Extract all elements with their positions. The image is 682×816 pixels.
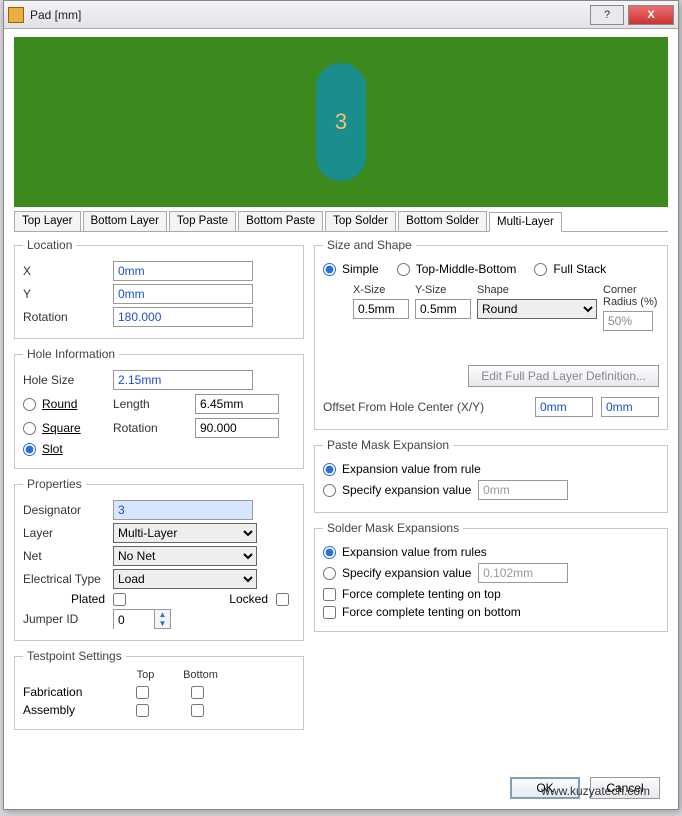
location-legend: Location (23, 238, 76, 252)
paste-mask-group: Paste Mask Expansion Expansion value fro… (314, 438, 668, 513)
hole-length-label: Length (113, 397, 185, 411)
pad-shape: 3 (316, 63, 366, 181)
x-input[interactable] (113, 261, 253, 281)
y-label: Y (23, 287, 113, 301)
hole-legend: Hole Information (23, 347, 119, 361)
properties-legend: Properties (23, 477, 86, 491)
solder-mask-group: Solder Mask Expansions Expansion value f… (314, 521, 668, 632)
designator-input[interactable] (113, 500, 253, 520)
solder-value-input (478, 563, 568, 583)
offset-y-input[interactable] (601, 397, 659, 417)
ss-full-radio[interactable] (534, 263, 547, 276)
cancel-button[interactable]: Cancel (590, 777, 660, 799)
tab-bottom-solder[interactable]: Bottom Solder (398, 211, 487, 231)
testpoint-group: Testpoint Settings TopBottom Fabrication… (14, 649, 304, 730)
tab-top-layer[interactable]: Top Layer (14, 211, 81, 231)
tp-asm-top[interactable] (136, 704, 149, 717)
tab-top-solder[interactable]: Top Solder (325, 211, 396, 231)
properties-group: Properties Designator LayerMulti-Layer N… (14, 477, 304, 641)
layer-select[interactable]: Multi-Layer (113, 523, 257, 543)
net-select[interactable]: No Net (113, 546, 257, 566)
hole-round-radio[interactable] (23, 398, 36, 411)
paste-specify-radio[interactable] (323, 484, 336, 497)
xsize-input[interactable] (353, 299, 409, 319)
help-button[interactable]: ? (590, 5, 624, 25)
hole-length-input[interactable] (195, 394, 279, 414)
jumper-spinner[interactable]: ▲▼ (113, 609, 171, 629)
ss-simple-radio[interactable] (323, 263, 336, 276)
locked-checkbox[interactable] (276, 593, 289, 606)
offset-x-input[interactable] (535, 397, 593, 417)
paste-value-input (478, 480, 568, 500)
tab-multi-layer[interactable]: Multi-Layer (489, 212, 562, 232)
rotation-label: Rotation (23, 310, 113, 324)
solder-specify-radio[interactable] (323, 567, 336, 580)
tab-bottom-layer[interactable]: Bottom Layer (83, 211, 167, 231)
tent-bottom-checkbox[interactable] (323, 606, 336, 619)
solder-rule-radio[interactable] (323, 546, 336, 559)
location-group: Location X Y Rotation (14, 238, 304, 339)
holesize-label: Hole Size (23, 373, 113, 387)
paste-rule-radio[interactable] (323, 463, 336, 476)
corner-radius-input (603, 311, 653, 331)
pad-preview: 3 (14, 37, 668, 207)
hole-group: Hole Information Hole Size Round Length … (14, 347, 304, 469)
etype-select[interactable]: Load (113, 569, 257, 589)
tent-top-checkbox[interactable] (323, 588, 336, 601)
app-icon (8, 7, 24, 23)
y-input[interactable] (113, 284, 253, 304)
hole-square-radio[interactable] (23, 422, 36, 435)
tp-fab-bot[interactable] (191, 686, 204, 699)
pad-dialog: Pad [mm] ? X 3 Top LayerBottom LayerTop … (3, 0, 679, 810)
ss-tmb-radio[interactable] (397, 263, 410, 276)
edit-full-pad-button: Edit Full Pad Layer Definition... (468, 365, 659, 387)
tab-bottom-paste[interactable]: Bottom Paste (238, 211, 323, 231)
size-shape-group: Size and Shape Simple Top-Middle-Bottom … (314, 238, 668, 430)
titlebar[interactable]: Pad [mm] ? X (4, 1, 678, 29)
shape-select[interactable]: Round (477, 299, 597, 319)
spin-up-icon[interactable]: ▲ (155, 610, 170, 619)
x-label: X (23, 264, 113, 278)
window-title: Pad [mm] (30, 8, 586, 22)
rotation-input[interactable] (113, 307, 253, 327)
tab-top-paste[interactable]: Top Paste (169, 211, 236, 231)
close-button[interactable]: X (628, 5, 674, 25)
offset-label: Offset From Hole Center (X/Y) (323, 400, 527, 414)
layer-tabs: Top LayerBottom LayerTop PasteBottom Pas… (14, 211, 668, 232)
ok-button[interactable]: OK (510, 777, 580, 799)
hole-rot-label: Rotation (113, 421, 185, 435)
ysize-input[interactable] (415, 299, 471, 319)
hole-rot-input[interactable] (195, 418, 279, 438)
tp-fab-top[interactable] (136, 686, 149, 699)
tp-asm-bot[interactable] (191, 704, 204, 717)
spin-down-icon[interactable]: ▼ (155, 619, 170, 628)
holesize-input[interactable] (113, 370, 253, 390)
plated-checkbox[interactable] (113, 593, 126, 606)
hole-slot-radio[interactable] (23, 443, 36, 456)
